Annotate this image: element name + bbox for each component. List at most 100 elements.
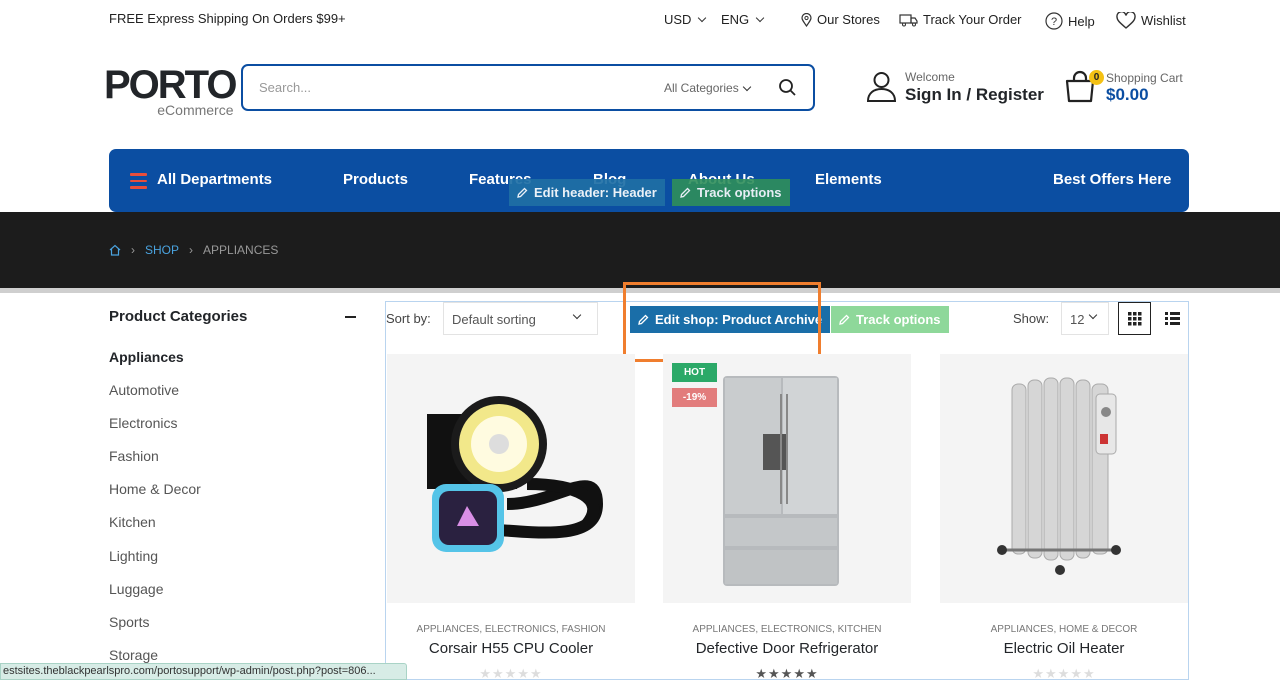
site-logo[interactable]: PORTO eCommerce bbox=[104, 63, 238, 118]
edit-header-label: Edit header: Header bbox=[534, 185, 657, 200]
category-sports[interactable]: Sports bbox=[109, 614, 149, 630]
breadcrumb-current: APPLIANCES bbox=[203, 243, 279, 257]
pencil-icon bbox=[839, 314, 850, 325]
show-label: Show: bbox=[1013, 311, 1050, 326]
grid-icon bbox=[1128, 312, 1142, 326]
svg-text:?: ? bbox=[1051, 16, 1057, 28]
track-options-shop-button[interactable]: Track options bbox=[831, 306, 949, 333]
sale-badge: -19% bbox=[672, 388, 717, 407]
chevron-down-icon bbox=[755, 13, 765, 23]
logo-wordmark: PORTO bbox=[104, 63, 238, 107]
top-bar: FREE Express Shipping On Orders $99+ USD… bbox=[0, 0, 1280, 40]
help-label: Help bbox=[1068, 13, 1095, 29]
cart-link[interactable]: 0 Shopping Cart $0.00 bbox=[1064, 70, 1183, 105]
our-stores-link[interactable]: Our Stores bbox=[801, 12, 880, 27]
chevron-down-icon bbox=[1088, 310, 1098, 320]
sort-select[interactable]: Default sorting bbox=[443, 302, 598, 335]
search-icon[interactable] bbox=[778, 78, 798, 98]
track-options-shop-label: Track options bbox=[856, 312, 941, 327]
product-image-cpu-cooler[interactable] bbox=[387, 354, 635, 603]
browser-status-url: estsites.theblackpearlspro.com/portosupp… bbox=[0, 663, 407, 680]
user-icon bbox=[866, 72, 897, 102]
help-link[interactable]: ? Help bbox=[1045, 12, 1095, 30]
chevron-down-icon bbox=[742, 82, 751, 91]
category-electronics[interactable]: Electronics bbox=[109, 415, 177, 431]
breadcrumb-separator-icon: › bbox=[189, 243, 194, 257]
category-home-decor[interactable]: Home & Decor bbox=[109, 481, 201, 497]
chevron-down-icon bbox=[698, 13, 707, 23]
wishlist-link[interactable]: Wishlist bbox=[1116, 12, 1186, 29]
our-stores-label: Our Stores bbox=[817, 12, 880, 27]
cart-amount: $0.00 bbox=[1106, 85, 1149, 104]
search-category-select[interactable]: All Categories bbox=[664, 81, 751, 95]
category-lighting[interactable]: Lighting bbox=[109, 548, 158, 564]
language-label: ENG bbox=[721, 12, 750, 27]
product-categories-title: Product Categories bbox=[109, 308, 248, 325]
nav-elements[interactable]: Elements bbox=[815, 171, 882, 188]
chevron-down-icon bbox=[572, 310, 582, 320]
list-icon bbox=[1165, 312, 1180, 325]
product-name[interactable]: Defective Door Refrigerator bbox=[663, 640, 911, 657]
breadcrumb-shop[interactable]: SHOP bbox=[145, 243, 179, 257]
nav-products[interactable]: Products bbox=[343, 171, 408, 188]
category-automotive[interactable]: Automotive bbox=[109, 382, 179, 398]
wishlist-label: Wishlist bbox=[1141, 13, 1186, 28]
track-options-header-button[interactable]: Track options bbox=[672, 179, 790, 206]
oil-heater-image bbox=[997, 377, 1121, 575]
category-fashion[interactable]: Fashion bbox=[109, 448, 159, 464]
product-categories: APPLIANCES, ELECTRONICS, FASHION bbox=[416, 624, 606, 635]
page-header-band: › SHOP › APPLIANCES bbox=[0, 212, 1280, 288]
grid-view-button[interactable] bbox=[1118, 302, 1151, 335]
edit-header-button[interactable]: Edit header: Header bbox=[509, 179, 665, 206]
language-switcher[interactable]: ENG bbox=[721, 12, 765, 27]
currency-label: USD bbox=[664, 12, 692, 27]
truck-icon bbox=[899, 13, 918, 26]
sign-in-register[interactable]: Sign In / Register bbox=[905, 85, 1044, 105]
cart-label: Shopping Cart bbox=[1106, 71, 1183, 85]
account-link[interactable]: Welcome Sign In / Register bbox=[866, 70, 1044, 105]
home-icon[interactable] bbox=[109, 244, 121, 256]
currency-switcher[interactable]: USD bbox=[664, 12, 707, 27]
hot-badge: HOT bbox=[672, 363, 717, 382]
welcome-text: Welcome bbox=[905, 70, 955, 84]
search-bar: Search... All Categories bbox=[241, 64, 815, 111]
list-view-button[interactable] bbox=[1156, 302, 1189, 335]
map-pin-icon bbox=[801, 12, 812, 27]
track-order-label: Track Your Order bbox=[923, 12, 1022, 27]
cart-count-badge: 0 bbox=[1089, 70, 1104, 85]
breadcrumb: › SHOP › APPLIANCES bbox=[109, 243, 278, 257]
product-image-oil-heater[interactable] bbox=[940, 354, 1188, 603]
product-categories: APPLIANCES, HOME & DECOR bbox=[990, 624, 1138, 635]
collapse-minus-icon[interactable] bbox=[345, 316, 356, 318]
product-categories: APPLIANCES, ELECTRONICS, KITCHEN bbox=[692, 624, 882, 635]
register-label: Register bbox=[975, 85, 1044, 104]
main-navigation: All Departments Products Features Blog A… bbox=[109, 149, 1189, 212]
product-name[interactable]: Electric Oil Heater bbox=[940, 640, 1188, 657]
highlight-box bbox=[623, 282, 821, 362]
heart-icon bbox=[1116, 12, 1136, 29]
category-luggage[interactable]: Luggage bbox=[109, 581, 164, 597]
track-options-label: Track options bbox=[697, 185, 782, 200]
nav-best-offers[interactable]: Best Offers Here bbox=[1053, 171, 1171, 188]
pencil-icon bbox=[680, 187, 691, 198]
product-name[interactable]: Corsair H55 CPU Cooler bbox=[387, 640, 635, 657]
pencil-icon bbox=[517, 187, 528, 198]
show-count-value: 12 bbox=[1070, 312, 1085, 327]
sort-value: Default sorting bbox=[452, 312, 536, 327]
category-storage[interactable]: Storage bbox=[109, 647, 158, 663]
category-kitchen[interactable]: Kitchen bbox=[109, 514, 156, 530]
shipping-notice: FREE Express Shipping On Orders $99+ bbox=[109, 11, 346, 26]
hamburger-icon[interactable] bbox=[130, 173, 147, 193]
category-appliances[interactable]: Appliances bbox=[109, 349, 184, 365]
show-count-select[interactable]: 12 bbox=[1061, 302, 1109, 335]
sign-in-separator: / bbox=[966, 85, 972, 104]
track-order-link[interactable]: Track Your Order bbox=[899, 12, 1022, 27]
breadcrumb-separator-icon: › bbox=[131, 243, 135, 257]
search-category-label: All Categories bbox=[664, 81, 739, 95]
sign-in-label: Sign In bbox=[905, 85, 962, 104]
search-input[interactable]: Search... bbox=[259, 80, 311, 95]
sort-label: Sort by: bbox=[386, 311, 431, 326]
help-circle-icon: ? bbox=[1045, 12, 1063, 30]
cpu-cooler-image bbox=[427, 396, 604, 552]
nav-all-departments[interactable]: All Departments bbox=[157, 171, 272, 188]
